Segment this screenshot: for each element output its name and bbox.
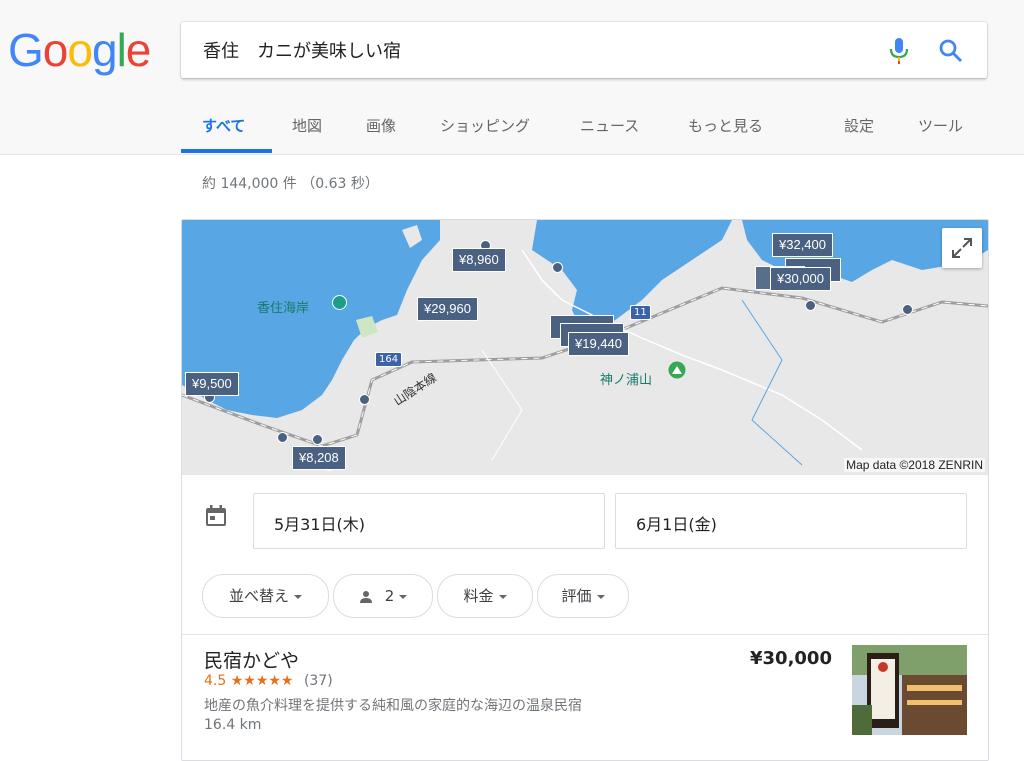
sort-label: 並べ替え	[228, 587, 289, 605]
price-label: 料金	[463, 587, 494, 605]
result-stats: 約 144,000 件 （0.63 秒）	[202, 176, 379, 192]
price-pin[interactable]: ¥19,440	[568, 332, 629, 356]
map-marker[interactable]	[552, 262, 563, 273]
route-badge: 11	[630, 305, 651, 320]
chevron-down-icon	[399, 594, 408, 599]
hotel-description: 地産の魚介料理を提供する純和風の家庭的な海辺の温泉民宿	[204, 698, 582, 714]
checkin-date-field[interactable]: 5月31日(木)	[253, 493, 605, 549]
beach-icon	[332, 295, 347, 310]
map-attribution: Map data ©2018 ZENRIN	[844, 458, 985, 472]
chevron-down-icon	[596, 594, 605, 599]
place-label: 香住海岸	[257, 300, 310, 315]
hotel-map[interactable]: ¥8,960 ¥29,960 ¥9,500 ¥8,208 ¥32,400 ¥30…	[182, 220, 988, 475]
chevron-down-icon	[294, 594, 302, 599]
guests-count: 2	[384, 587, 395, 605]
rating-chip[interactable]: 評価	[537, 574, 629, 618]
search-box[interactable]: 香住 カニが美味しい宿	[181, 22, 987, 78]
hotel-rating: 4.5 ★★★★★ (37)	[204, 673, 333, 689]
expand-icon	[952, 238, 972, 258]
hotel-name[interactable]: 民宿かどや	[204, 646, 299, 673]
calendar-icon	[206, 505, 226, 526]
search-tabs: すべて 地図 画像 ショッピング ニュース もっと見る 設定 ツール	[0, 105, 1024, 153]
price-pin[interactable]: ¥9,500	[185, 372, 239, 396]
tab-all[interactable]: すべて	[202, 115, 245, 136]
divider	[182, 634, 988, 635]
checkout-date: 6月1日(金)	[636, 515, 717, 534]
price-pin[interactable]: ¥8,960	[452, 248, 506, 272]
tab-news[interactable]: ニュース	[580, 115, 639, 136]
map-marker[interactable]	[902, 304, 913, 315]
price-chip[interactable]: 料金	[437, 574, 533, 618]
logo-letter: g	[91, 24, 118, 76]
price-pin[interactable]: ¥30,000	[770, 267, 831, 291]
review-count[interactable]: (37)	[304, 673, 333, 689]
price-pin[interactable]: ¥32,400	[772, 233, 833, 257]
mountain-icon	[668, 361, 686, 379]
tab-maps[interactable]: 地図	[292, 115, 322, 136]
expand-map-button[interactable]	[942, 228, 982, 268]
tab-tools[interactable]: ツール	[918, 115, 963, 136]
hotel-thumbnail[interactable]	[852, 645, 967, 735]
microphone-icon[interactable]	[887, 37, 911, 65]
price-pin[interactable]: ¥8,208	[292, 446, 346, 470]
tab-settings[interactable]: 設定	[844, 115, 874, 136]
logo-letter: e	[125, 24, 152, 76]
place-label: 神ノ浦山	[600, 372, 653, 387]
tab-images[interactable]: 画像	[366, 115, 396, 136]
rating-value: 4.5	[204, 673, 227, 689]
map-marker[interactable]	[359, 394, 370, 405]
active-tab-indicator	[181, 149, 272, 153]
map-marker[interactable]	[277, 432, 288, 443]
map-marker[interactable]	[312, 434, 323, 445]
checkin-date: 5月31日(木)	[274, 515, 366, 534]
hotel-price: ¥30,000	[750, 648, 832, 669]
logo-letter: o	[42, 24, 69, 76]
logo-letter: l	[116, 24, 127, 76]
person-icon	[359, 590, 372, 603]
search-input[interactable]: 香住 カニが美味しい宿	[203, 37, 401, 63]
route-badge: 164	[375, 352, 403, 367]
hotel-distance: 16.4 km	[204, 717, 262, 733]
sort-chip[interactable]: 並べ替え	[202, 574, 329, 618]
hotel-results-card: ¥8,960 ¥29,960 ¥9,500 ¥8,208 ¥32,400 ¥30…	[181, 219, 989, 761]
logo-letter: o	[67, 24, 93, 76]
rating-stars: ★★★★★	[230, 673, 294, 689]
hotel-photo	[852, 645, 967, 735]
map-marker[interactable]	[805, 300, 816, 311]
tab-shopping[interactable]: ショッピング	[440, 115, 530, 136]
guests-chip[interactable]: 2	[333, 574, 433, 618]
rating-label: 評価	[561, 587, 592, 605]
logo-letter: G	[8, 24, 44, 76]
price-pin[interactable]: ¥29,960	[417, 297, 478, 321]
tab-more[interactable]: もっと見る	[688, 115, 763, 136]
search-icon[interactable]	[938, 38, 964, 64]
header: Google 香住 カニが美味しい宿 すべて 地図 画像 ショッピング ニュース…	[0, 0, 1024, 155]
checkout-date-field[interactable]: 6月1日(金)	[615, 493, 967, 549]
google-logo[interactable]: Google	[8, 20, 152, 80]
chevron-down-icon	[498, 594, 507, 599]
